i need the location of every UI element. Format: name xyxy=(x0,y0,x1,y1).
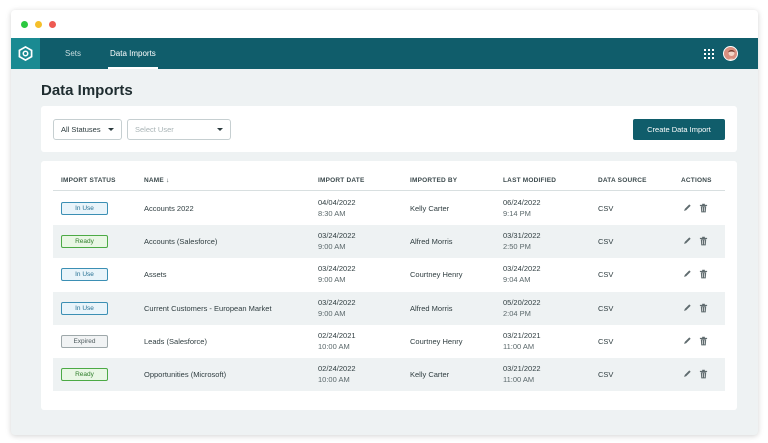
modified-date: 03/21/2022 xyxy=(503,364,541,373)
top-navbar: Sets Data Imports xyxy=(11,38,758,69)
table-row[interactable]: Ready Opportunities (Microsoft) 02/24/2022… xyxy=(53,358,725,391)
data-source: CSV xyxy=(598,204,614,213)
import-date: 03/24/2022 xyxy=(318,231,356,240)
data-source: CSV xyxy=(598,304,614,313)
imported-by: Kelly Carter xyxy=(410,370,450,379)
window-minimize-button[interactable] xyxy=(35,20,42,28)
modified-time: 9:04 AM xyxy=(503,275,531,284)
imported-by: Alfred Morris xyxy=(410,237,453,246)
import-name[interactable]: Leads (Salesforce) xyxy=(144,337,207,346)
import-name[interactable]: Accounts 2022 xyxy=(144,204,194,213)
avatar[interactable] xyxy=(723,46,738,61)
table-row[interactable]: In Use Current Customers - European Marke… xyxy=(53,292,725,325)
modified-date: 05/20/2022 xyxy=(503,298,541,307)
status-badge: In Use xyxy=(61,302,108,315)
trash-icon[interactable] xyxy=(698,202,708,213)
status-badge: Ready xyxy=(61,368,108,381)
chevron-down-icon xyxy=(217,128,223,131)
import-date: 03/24/2022 xyxy=(318,298,356,307)
import-time: 10:00 AM xyxy=(318,375,350,384)
table-header: IMPORT STATUS NAME ↓ IMPORT DATE IMPORTE… xyxy=(53,172,725,191)
edit-icon[interactable] xyxy=(682,235,692,246)
data-source: CSV xyxy=(598,337,614,346)
status-filter-value: All Statuses xyxy=(61,125,101,134)
modified-time: 11:00 AM xyxy=(503,342,535,351)
user-filter-placeholder: Select User xyxy=(135,125,174,134)
create-data-import-button[interactable]: Create Data Import xyxy=(633,119,725,140)
edit-icon[interactable] xyxy=(682,335,692,346)
header-name[interactable]: NAME ↓ xyxy=(144,177,169,184)
import-time: 8:30 AM xyxy=(318,209,346,218)
status-badge: In Use xyxy=(61,268,108,281)
data-source: CSV xyxy=(598,270,614,279)
apps-grid-icon[interactable] xyxy=(704,48,714,59)
modified-time: 11:00 AM xyxy=(503,375,535,384)
trash-icon[interactable] xyxy=(698,368,708,379)
data-source: CSV xyxy=(598,237,614,246)
nav-item-sets[interactable]: Sets xyxy=(65,38,81,69)
edit-icon[interactable] xyxy=(682,302,692,313)
header-actions: ACTIONS xyxy=(681,177,712,184)
import-name[interactable]: Opportunities (Microsoft) xyxy=(144,370,226,379)
sort-arrow-icon: ↓ xyxy=(165,177,170,184)
header-data-source[interactable]: DATA SOURCE xyxy=(598,177,647,184)
app-window: Sets Data Imports Data Imports All Statu… xyxy=(11,10,758,435)
trash-icon[interactable] xyxy=(698,235,708,246)
import-name[interactable]: Assets xyxy=(144,270,167,279)
modified-date: 03/31/2022 xyxy=(503,231,541,240)
import-time: 9:00 AM xyxy=(318,242,346,251)
header-import-date[interactable]: IMPORT DATE xyxy=(318,177,365,184)
edit-icon[interactable] xyxy=(682,268,692,279)
window-close-button[interactable] xyxy=(21,20,28,28)
header-import-status[interactable]: IMPORT STATUS xyxy=(61,177,116,184)
status-badge: In Use xyxy=(61,202,108,215)
header-imported-by[interactable]: IMPORTED BY xyxy=(410,177,457,184)
status-badge: Ready xyxy=(61,235,108,248)
modified-time: 2:50 PM xyxy=(503,242,531,251)
import-date: 04/04/2022 xyxy=(318,198,356,207)
filter-bar: All Statuses Select User Create Data Imp… xyxy=(41,106,737,152)
page-title: Data Imports xyxy=(41,82,133,99)
imported-by: Alfred Morris xyxy=(410,304,453,313)
header-last-modified[interactable]: LAST MODIFIED xyxy=(503,177,556,184)
edit-icon[interactable] xyxy=(682,368,692,379)
status-filter-select[interactable]: All Statuses xyxy=(53,119,122,140)
import-time: 9:00 AM xyxy=(318,275,346,284)
import-date: 02/24/2022 xyxy=(318,364,356,373)
import-name[interactable]: Current Customers - European Market xyxy=(144,304,272,313)
trash-icon[interactable] xyxy=(698,268,708,279)
chevron-down-icon xyxy=(108,128,114,131)
trash-icon[interactable] xyxy=(698,335,708,346)
import-time: 10:00 AM xyxy=(318,342,350,351)
import-date: 02/24/2021 xyxy=(318,331,356,340)
nav-item-data-imports[interactable]: Data Imports xyxy=(108,38,158,69)
table-row[interactable]: In Use Assets 03/24/2022 9:00 AM Courtney He… xyxy=(53,258,725,291)
status-badge: Expired xyxy=(61,335,108,348)
data-source: CSV xyxy=(598,370,614,379)
edit-icon[interactable] xyxy=(682,202,692,213)
modified-date: 03/24/2022 xyxy=(503,264,541,273)
title-bar xyxy=(11,10,758,38)
modified-time: 9:14 PM xyxy=(503,209,531,218)
import-date: 03/24/2022 xyxy=(318,264,356,273)
table-row[interactable]: Expired Leads (Salesforce) 02/24/2021 10:00… xyxy=(53,325,725,358)
import-name[interactable]: Accounts (Salesforce) xyxy=(144,237,217,246)
user-filter-select[interactable]: Select User xyxy=(127,119,231,140)
data-imports-table: IMPORT STATUS NAME ↓ IMPORT DATE IMPORTE… xyxy=(41,161,737,410)
trash-icon[interactable] xyxy=(698,302,708,313)
modified-date: 03/21/2021 xyxy=(503,331,541,340)
logo-icon[interactable] xyxy=(11,38,40,69)
import-time: 9:00 AM xyxy=(318,309,346,318)
modified-date: 06/24/2022 xyxy=(503,198,541,207)
table-row[interactable]: In Use Accounts 2022 04/04/2022 8:30 AM Kell… xyxy=(53,192,725,225)
window-maximize-button[interactable] xyxy=(49,20,56,28)
table-row[interactable]: Ready Accounts (Salesforce) 03/24/2022 9:00… xyxy=(53,225,725,258)
imported-by: Kelly Carter xyxy=(410,204,450,213)
imported-by: Courtney Henry xyxy=(410,337,463,346)
imported-by: Courtney Henry xyxy=(410,270,463,279)
modified-time: 2:04 PM xyxy=(503,309,531,318)
